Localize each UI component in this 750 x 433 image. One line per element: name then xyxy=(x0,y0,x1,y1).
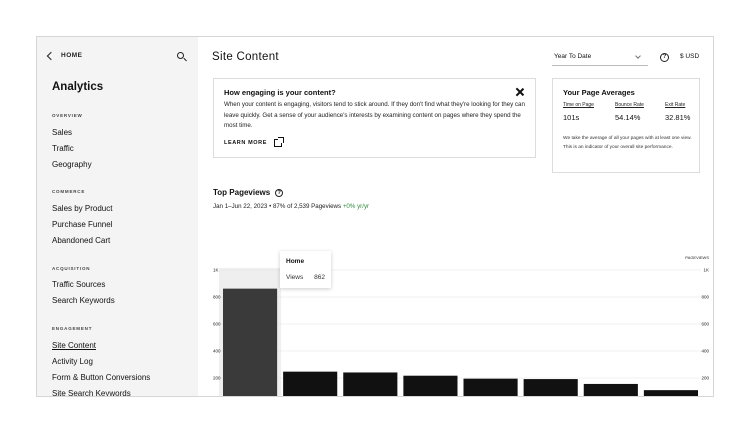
y-tick-label-right: 200 xyxy=(701,376,709,381)
y-tick-label-right: 800 xyxy=(701,295,709,300)
sidebar-title: Analytics xyxy=(52,81,104,93)
metric-time-on-page: Time on Page 101s xyxy=(563,102,594,122)
chart-tooltip: Home Views 862 xyxy=(280,251,331,288)
sidebar-item-traffic-sources[interactable]: Traffic Sources xyxy=(52,280,105,289)
y-tick-label-right: 400 xyxy=(701,349,709,354)
section-heading-commerce: COMMERCE xyxy=(52,189,86,194)
metric-value: 32.81% xyxy=(665,113,691,122)
chevron-left-icon xyxy=(46,51,56,60)
y-tick-label-left: 200 xyxy=(213,376,221,381)
sidebar-item-geography[interactable]: Geography xyxy=(52,160,92,169)
sidebar-item-traffic[interactable]: Traffic xyxy=(52,144,74,153)
tooltip-label: Views xyxy=(286,274,304,281)
close-icon[interactable] xyxy=(516,88,524,96)
bar xyxy=(523,379,578,396)
external-link-icon xyxy=(273,137,284,147)
main-panel: Site Content Year To Date ? $ USD How en… xyxy=(198,37,713,396)
section-heading-overview: OVERVIEW xyxy=(52,113,83,118)
y-tick-label-right: 1K xyxy=(703,268,709,273)
metric-label[interactable]: Time on Page xyxy=(563,102,594,108)
date-range-select[interactable]: Year To Date xyxy=(552,52,648,66)
bar xyxy=(283,371,338,396)
averages-heading: Your Page Averages xyxy=(563,88,635,97)
home-label: HOME xyxy=(61,52,83,59)
bar xyxy=(583,383,638,396)
bar xyxy=(463,378,518,396)
engagement-card-body: When your content is engaging, visitors … xyxy=(224,101,525,129)
help-icon[interactable]: ? xyxy=(660,53,669,62)
y-tick-label-left: 1K xyxy=(213,268,219,273)
engagement-card-heading: How engaging is your content? xyxy=(224,88,336,97)
bar-chart: 002002004004006006008008001K1KPAGEVIEWSH… xyxy=(213,255,709,396)
currency-selector[interactable]: $ USD xyxy=(680,53,699,60)
metric-value: 101s xyxy=(563,113,580,122)
metric-bounce-rate: Bounce Rate 54.14% xyxy=(615,102,644,122)
metric-label[interactable]: Bounce Rate xyxy=(615,102,644,108)
sidebar-item-sales[interactable]: Sales xyxy=(52,128,72,137)
y-tick-label-left: 400 xyxy=(213,349,221,354)
y-tick-label-right: 600 xyxy=(701,322,709,327)
y-tick-label-left: 800 xyxy=(213,295,221,300)
metric-value: 54.14% xyxy=(615,113,641,122)
bar xyxy=(643,390,698,396)
top-pageviews-title: Top Pageviews xyxy=(213,188,271,197)
help-icon[interactable]: ? xyxy=(275,188,284,197)
sidebar-item-search-keywords[interactable]: Search Keywords xyxy=(52,296,115,305)
metric-label[interactable]: Exit Rate xyxy=(665,102,690,108)
bar xyxy=(343,372,398,396)
sidebar-item-site-content[interactable]: Site Content xyxy=(52,341,96,350)
top-pageviews-heading: Top Pageviews ? xyxy=(213,188,284,197)
analytics-window: HOME Analytics OVERVIEW Sales Traffic Ge… xyxy=(36,36,714,397)
pageviews-summary: Jan 1–Jun 22, 2023 • 87% of 2,539 Pagevi… xyxy=(213,203,369,210)
bar xyxy=(223,288,278,396)
chevron-down-icon xyxy=(635,53,641,59)
home-link[interactable]: HOME xyxy=(46,51,83,60)
page-title: Site Content xyxy=(212,51,279,63)
search-icon[interactable] xyxy=(177,52,187,62)
y-axis-label: PAGEVIEWS xyxy=(685,255,709,260)
metric-exit-rate: Exit Rate 32.81% xyxy=(665,102,690,122)
sidebar-item-sales-by-product[interactable]: Sales by Product xyxy=(52,204,112,213)
top-pageviews-chart: 002002004004006006008008001K1KPAGEVIEWSH… xyxy=(198,212,713,396)
section-heading-acquisition: ACQUISITION xyxy=(52,266,91,271)
growth-value: +0% yr/yr xyxy=(342,203,370,210)
bar xyxy=(403,375,458,396)
summary-text: Jan 1–Jun 22, 2023 • 87% of 2,539 Pagevi… xyxy=(213,203,342,210)
learn-more-label: LEARN MORE xyxy=(224,140,267,146)
tooltip-value: 862 xyxy=(314,274,325,281)
sidebar-item-purchase-funnel[interactable]: Purchase Funnel xyxy=(52,220,112,229)
sidebar-item-form-button-conversions[interactable]: Form & Button Conversions xyxy=(52,373,150,382)
sidebar: HOME Analytics OVERVIEW Sales Traffic Ge… xyxy=(37,37,198,396)
sidebar-item-site-search-keywords[interactable]: Site Search Keywords xyxy=(52,389,131,396)
sidebar-item-activity-log[interactable]: Activity Log xyxy=(52,357,93,366)
sidebar-item-abandoned-cart[interactable]: Abandoned Cart xyxy=(52,236,110,245)
tooltip-title: Home xyxy=(286,258,305,265)
learn-more-link[interactable]: LEARN MORE xyxy=(224,137,284,147)
date-range-value: Year To Date xyxy=(554,53,592,60)
engagement-info-card: How engaging is your content? When your … xyxy=(213,78,536,158)
y-tick-label-left: 600 xyxy=(213,322,221,327)
averages-note: We take the average of all your pages wi… xyxy=(563,136,692,150)
section-heading-engagement: ENGAGEMENT xyxy=(52,326,93,331)
page-averages-card: Your Page Averages Time on Page 101s Bou… xyxy=(552,78,700,173)
